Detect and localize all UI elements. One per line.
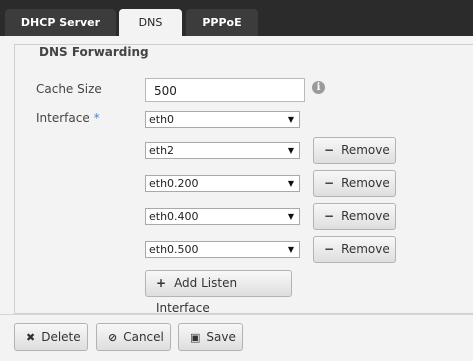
remove-button-4[interactable]: − Remove (313, 236, 396, 263)
interface-select-value: eth0.400 (149, 210, 199, 223)
dropdown-arrow-icon: ▼ (287, 212, 294, 221)
tab-pppoe[interactable]: PPPoE (186, 9, 258, 36)
tab-dns[interactable]: DNS (119, 9, 182, 36)
cache-size-input[interactable]: 500 (145, 78, 305, 102)
interface-select-value: eth0.200 (149, 177, 199, 190)
add-listen-interface-button[interactable]: + Add Listen Interface (145, 270, 292, 315)
minus-icon: − (324, 176, 335, 190)
interface-select-3[interactable]: eth0.200 ▼ (145, 175, 300, 192)
tab-dhcp-server[interactable]: DHCP Server (5, 9, 116, 36)
remove-label: Remove (341, 209, 390, 223)
interface-select-value: eth0 (149, 113, 175, 126)
dropdown-arrow-icon: ▼ (287, 179, 294, 188)
save-label: Save (206, 330, 236, 344)
remove-button-1[interactable]: − Remove (313, 137, 396, 164)
dropdown-arrow-icon: ▼ (287, 115, 294, 124)
interface-select-value: eth2 (149, 144, 175, 157)
interface-select-1[interactable]: eth0 ▼ (145, 111, 300, 128)
required-marker: * (93, 111, 100, 125)
interface-label-text: Interface (36, 111, 90, 125)
delete-label: Delete (41, 330, 81, 344)
remove-button-2[interactable]: − Remove (313, 170, 396, 197)
minus-icon: − (324, 242, 335, 256)
minus-icon: − (324, 143, 335, 157)
close-icon: ✖ (26, 331, 36, 344)
dropdown-arrow-icon: ▼ (287, 245, 294, 254)
remove-label: Remove (341, 143, 390, 157)
minus-icon: − (324, 209, 335, 223)
plus-icon: + (156, 276, 167, 290)
interface-label: Interface * (36, 111, 100, 125)
delete-button[interactable]: ✖ Delete (14, 323, 88, 351)
section-title: DNS Forwarding (35, 45, 153, 59)
tab-bar: DHCP Server DNS PPPoE (0, 0, 473, 36)
interface-select-2[interactable]: eth2 ▼ (145, 142, 300, 159)
cancel-button[interactable]: ⊘ Cancel (96, 323, 171, 351)
cancel-icon: ⊘ (108, 331, 118, 344)
cancel-label: Cancel (123, 330, 164, 344)
remove-label: Remove (341, 176, 390, 190)
info-icon[interactable]: i (312, 81, 325, 94)
interface-select-4[interactable]: eth0.400 ▼ (145, 208, 300, 225)
interface-select-5[interactable]: eth0.500 ▼ (145, 241, 300, 258)
save-icon: ▣ (190, 331, 201, 344)
remove-label: Remove (341, 242, 390, 256)
interface-select-value: eth0.500 (149, 243, 199, 256)
dropdown-arrow-icon: ▼ (287, 146, 294, 155)
cache-size-label: Cache Size (36, 82, 102, 96)
footer-divider (0, 314, 473, 315)
remove-button-3[interactable]: − Remove (313, 203, 396, 230)
save-button[interactable]: ▣ Save (178, 323, 243, 351)
